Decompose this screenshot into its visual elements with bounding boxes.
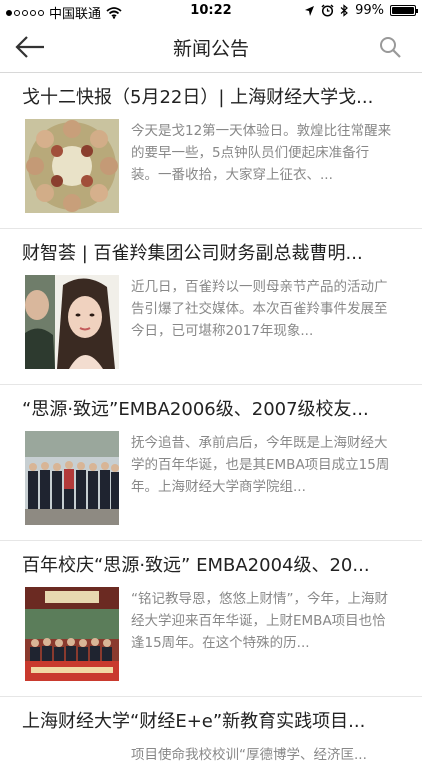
news-item[interactable]: “思源·致远”EMBA2006级、2007级校友... 抚今追昔、承前启后，今年… bbox=[0, 385, 422, 541]
news-title[interactable]: 百年校庆“思源·致远” EMBA2004级、20... bbox=[22, 551, 404, 577]
page-title: 新闻公告 bbox=[172, 38, 249, 60]
news-summary: 抚今追昔、承前启后，今年既是上海财经大学的百年华诞，也是其EMBA项目成立15周… bbox=[131, 435, 390, 495]
location-icon bbox=[305, 5, 315, 16]
news-summary: 今天是戈12第一天体验日。敦煌比往常醒来的要早一些，5点钟队员们便起床准备行装。… bbox=[131, 123, 392, 183]
news-summary: “铭记教导恩，悠悠上财情”，今年，上海财经大学迎来百年华诞，上财EMBA项目也恰… bbox=[131, 591, 388, 651]
news-item[interactable]: 财智荟 | 百雀羚集团公司财务副总裁曹明... 近几日，百雀羚以一则母亲节产品的… bbox=[0, 229, 422, 385]
status-bar: 中国联通 10:22 99% bbox=[0, 0, 422, 22]
news-item[interactable]: 百年校庆“思源·致远” EMBA2004级、20... “铭记教导恩，悠悠上财情… bbox=[0, 541, 422, 697]
status-right: 99% bbox=[304, 3, 418, 18]
news-item[interactable]: 戈十二快报（5月22日）| 上海财经大学戈... 今天是戈12第一天体验日。敦煌… bbox=[0, 73, 422, 229]
alarm-clock-icon bbox=[321, 4, 334, 17]
battery-icon bbox=[390, 5, 418, 16]
news-summary: 项目使命我校校训“厚德博学、经济匡... bbox=[131, 747, 367, 763]
news-thumbnail[interactable] bbox=[25, 587, 119, 681]
navigation-bar: 新闻公告 bbox=[0, 22, 422, 73]
news-title[interactable]: 戈十二快报（5月22日）| 上海财经大学戈... bbox=[22, 83, 404, 109]
news-title[interactable]: 上海财经大学“财经E+e”新教育实践项目... bbox=[22, 707, 404, 733]
bluetooth-icon bbox=[340, 4, 349, 17]
search-icon[interactable] bbox=[378, 35, 402, 59]
news-list: 戈十二快报（5月22日）| 上海财经大学戈... 今天是戈12第一天体验日。敦煌… bbox=[0, 73, 422, 763]
news-item[interactable]: 上海财经大学“财经E+e”新教育实践项目... 项目使命我校校训“厚德博学、经济… bbox=[0, 697, 422, 763]
battery-percent: 99% bbox=[355, 3, 384, 18]
news-thumbnail[interactable] bbox=[25, 431, 119, 525]
news-title[interactable]: 财智荟 | 百雀羚集团公司财务副总裁曹明... bbox=[22, 239, 404, 265]
news-summary: 近几日，百雀羚以一则母亲节产品的活动广告引爆了社交媒体。本次百雀羚事件发展至今日… bbox=[131, 279, 388, 339]
news-title[interactable]: “思源·致远”EMBA2006级、2007级校友... bbox=[22, 395, 404, 421]
news-thumbnail[interactable] bbox=[25, 275, 119, 369]
news-thumbnail[interactable] bbox=[25, 119, 119, 213]
